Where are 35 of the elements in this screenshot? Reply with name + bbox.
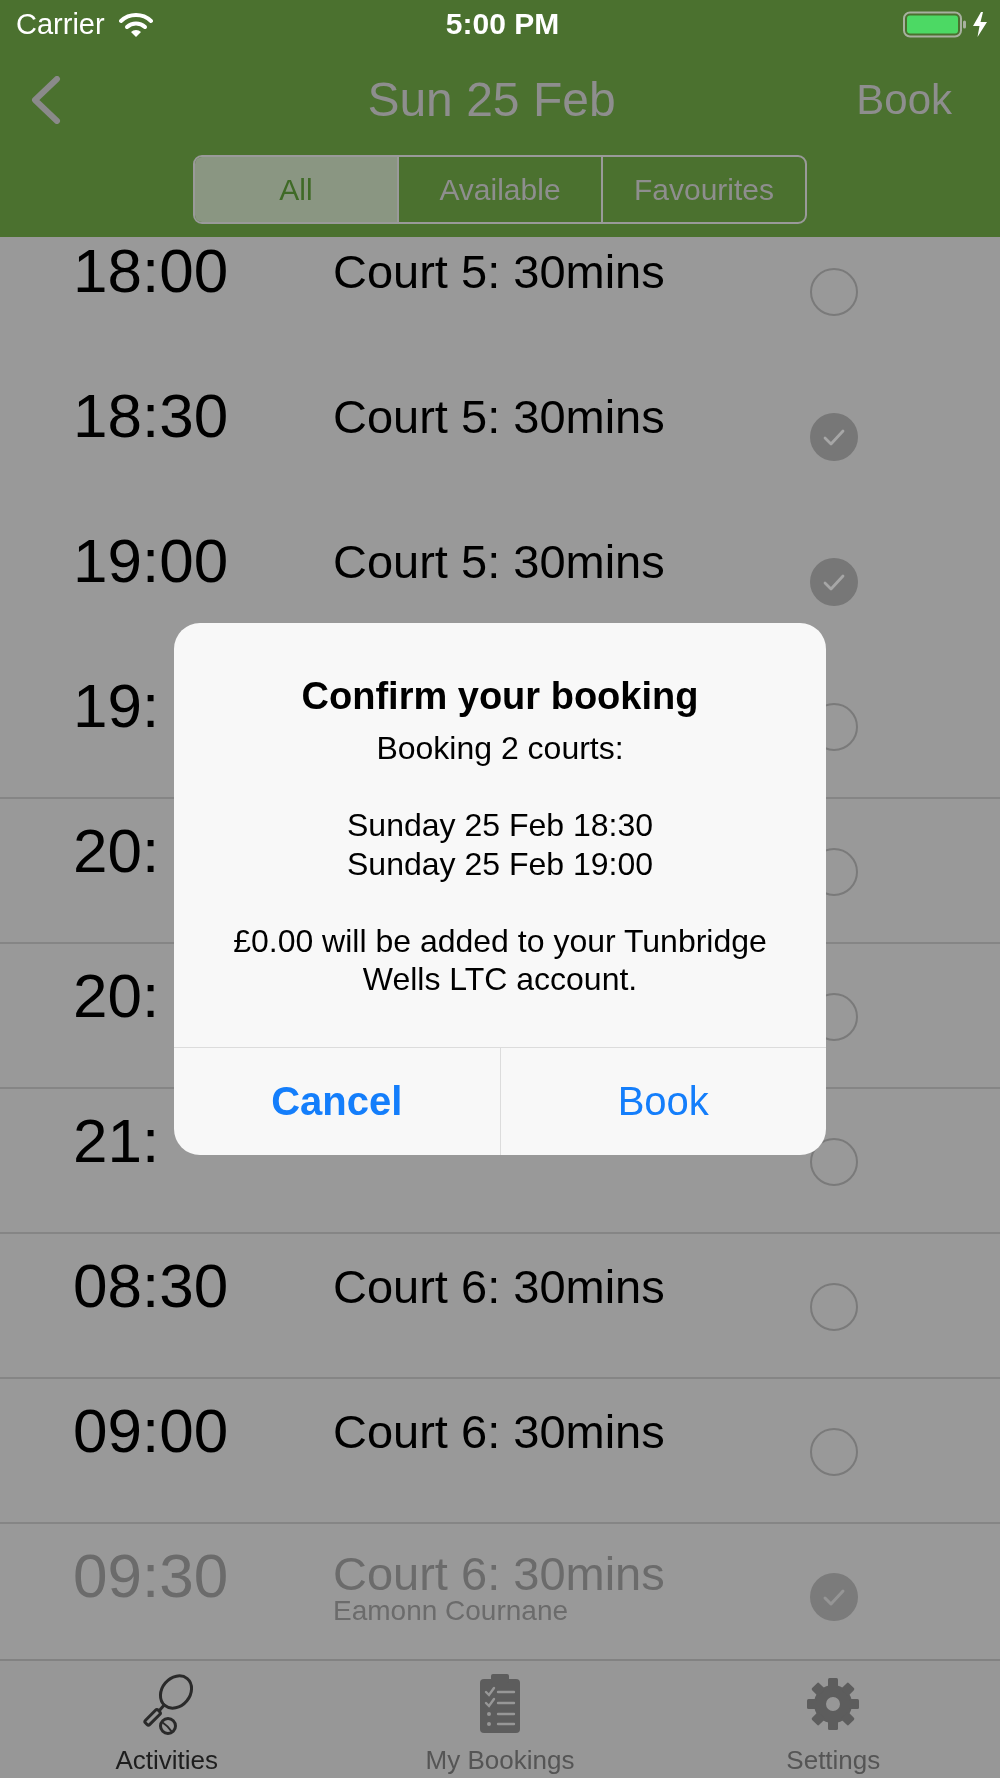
time-label: 18:30 — [73, 385, 229, 447]
time-label: 20: — [73, 965, 160, 1027]
court-label: Court 5: 30mins — [333, 393, 665, 440]
status-time: 5:00 PM — [445, 9, 560, 39]
segment-tab[interactable]: Favourites — [601, 157, 805, 222]
time-label: 09:00 — [73, 1400, 229, 1462]
clipboard-checklist-icon — [478, 1673, 522, 1735]
carrier-label: Carrier — [16, 9, 105, 39]
time-label: 18:00 — [73, 240, 229, 302]
time-label: 19: — [73, 675, 160, 737]
segment-tab[interactable]: All — [195, 157, 397, 222]
court-label: Court 5: 30mins — [333, 248, 665, 295]
checked-circle-icon[interactable] — [810, 413, 858, 461]
segment-tab[interactable]: Available — [397, 157, 601, 222]
confirm-button[interactable]: Book — [499, 1048, 826, 1155]
court-label: Court 6: 30mins — [333, 1263, 665, 1310]
empty-circle-icon[interactable] — [810, 1138, 858, 1186]
tab-bar-item[interactable]: Settings — [786, 1661, 881, 1778]
nav-title: Sun 25 Feb — [367, 75, 616, 125]
alert-title: Confirm your booking — [301, 677, 699, 715]
tab-bar-item[interactable]: Activities — [115, 1661, 218, 1778]
court-label: Court 5: 30mins — [333, 538, 665, 585]
time-label: 08:30 — [73, 1255, 229, 1317]
cancel-button[interactable]: Cancel — [174, 1048, 500, 1155]
court-label: Court 6: 30mins — [333, 1408, 665, 1455]
time-label: 19:00 — [73, 530, 229, 592]
time-label: 21: — [73, 1110, 160, 1172]
tab-bar-item[interactable]: My Bookings — [425, 1661, 575, 1778]
wifi-icon — [118, 11, 153, 37]
battery-charging-icon — [903, 10, 989, 38]
alert-message: Booking 2 courts: Sunday 25 Feb 18:30 Sunday 25 Feb 19:00 £0.00 will be added to your Tunbridge Wells LTC account. — [232, 729, 768, 999]
time-label: 20: — [73, 820, 160, 882]
chevron-left-icon[interactable] — [31, 76, 61, 124]
book-button[interactable]: Book — [856, 77, 952, 123]
checked-circle-icon[interactable] — [810, 558, 858, 606]
